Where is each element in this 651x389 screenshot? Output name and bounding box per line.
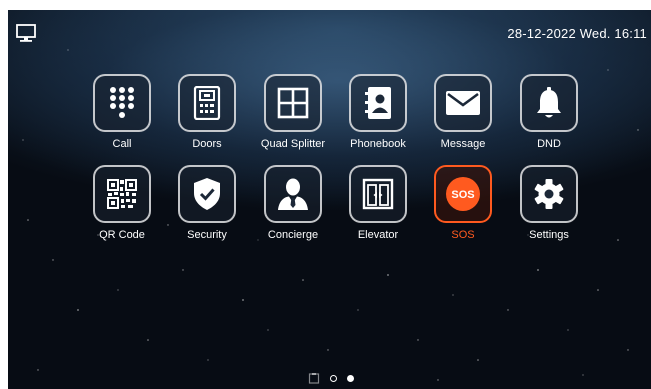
page-indicator — [308, 372, 354, 384]
tile-qr-code-box[interactable] — [93, 165, 151, 223]
tile-dnd[interactable]: DND — [504, 74, 594, 150]
home-screen: 28-12-2022 Wed. 16:11 Call Doors Quad Sp… — [8, 10, 651, 389]
page-dot-1[interactable] — [330, 374, 337, 382]
tile-message[interactable]: Message — [418, 74, 508, 150]
envelope-icon — [446, 91, 480, 115]
tile-security[interactable]: Security — [162, 165, 252, 241]
tile-quad-splitter-box[interactable] — [264, 74, 322, 132]
tile-doors[interactable]: Doors — [162, 74, 252, 150]
tile-phonebook[interactable]: Phonebook — [333, 74, 423, 150]
tile-sos[interactable]: SOS SOS — [418, 165, 508, 241]
tile-doors-label: Doors — [192, 138, 222, 150]
door-station-icon — [193, 86, 221, 120]
tile-qr-code[interactable]: QR Code — [77, 165, 167, 241]
tile-concierge-box[interactable] — [264, 165, 322, 223]
tile-elevator-box[interactable] — [349, 165, 407, 223]
page-dot-2-active[interactable] — [347, 374, 354, 382]
tile-phonebook-label: Phonebook — [350, 138, 406, 150]
phonebook-icon — [365, 87, 391, 119]
tile-quad-splitter[interactable]: Quad Splitter — [248, 74, 338, 150]
tile-qr-code-label: QR Code — [99, 229, 145, 241]
tile-message-label: Message — [440, 138, 486, 150]
tile-dnd-box[interactable] — [520, 74, 578, 132]
tile-quad-splitter-label: Quad Splitter — [260, 138, 326, 150]
tile-sos-box[interactable]: SOS — [434, 165, 492, 223]
tile-message-box[interactable] — [434, 74, 492, 132]
tile-phonebook-box[interactable] — [349, 74, 407, 132]
quad-grid-icon — [277, 87, 309, 119]
keypad-icon — [110, 87, 134, 118]
tile-elevator-label: Elevator — [357, 229, 399, 241]
tile-settings-label: Settings — [529, 229, 569, 241]
elevator-icon — [362, 178, 394, 210]
tile-call-box[interactable] — [93, 74, 151, 132]
home-page-icon[interactable] — [308, 372, 320, 384]
tile-call[interactable]: Call — [77, 74, 167, 150]
concierge-person-icon — [278, 178, 308, 210]
tile-concierge-label: Concierge — [267, 229, 319, 241]
shield-check-icon — [194, 178, 220, 210]
tile-settings[interactable]: Settings — [504, 165, 594, 241]
tile-doors-box[interactable] — [178, 74, 236, 132]
tile-elevator[interactable]: Elevator — [333, 165, 423, 241]
monitor-icon[interactable] — [15, 22, 37, 44]
sos-icon-text: SOS — [451, 189, 474, 201]
tile-sos-label: SOS — [451, 229, 475, 241]
tile-dnd-label: DND — [537, 138, 561, 150]
bell-icon — [537, 87, 561, 118]
gear-icon — [534, 179, 564, 209]
tile-concierge[interactable]: Concierge — [248, 165, 338, 241]
tile-settings-box[interactable] — [520, 165, 578, 223]
tile-call-label: Call — [112, 138, 132, 150]
qr-code-icon — [107, 179, 137, 209]
tile-security-label: Security — [187, 229, 227, 241]
sos-icon: SOS — [446, 177, 480, 211]
datetime-display: 28-12-2022 Wed. 16:11 — [507, 26, 647, 41]
tile-security-box[interactable] — [178, 165, 236, 223]
